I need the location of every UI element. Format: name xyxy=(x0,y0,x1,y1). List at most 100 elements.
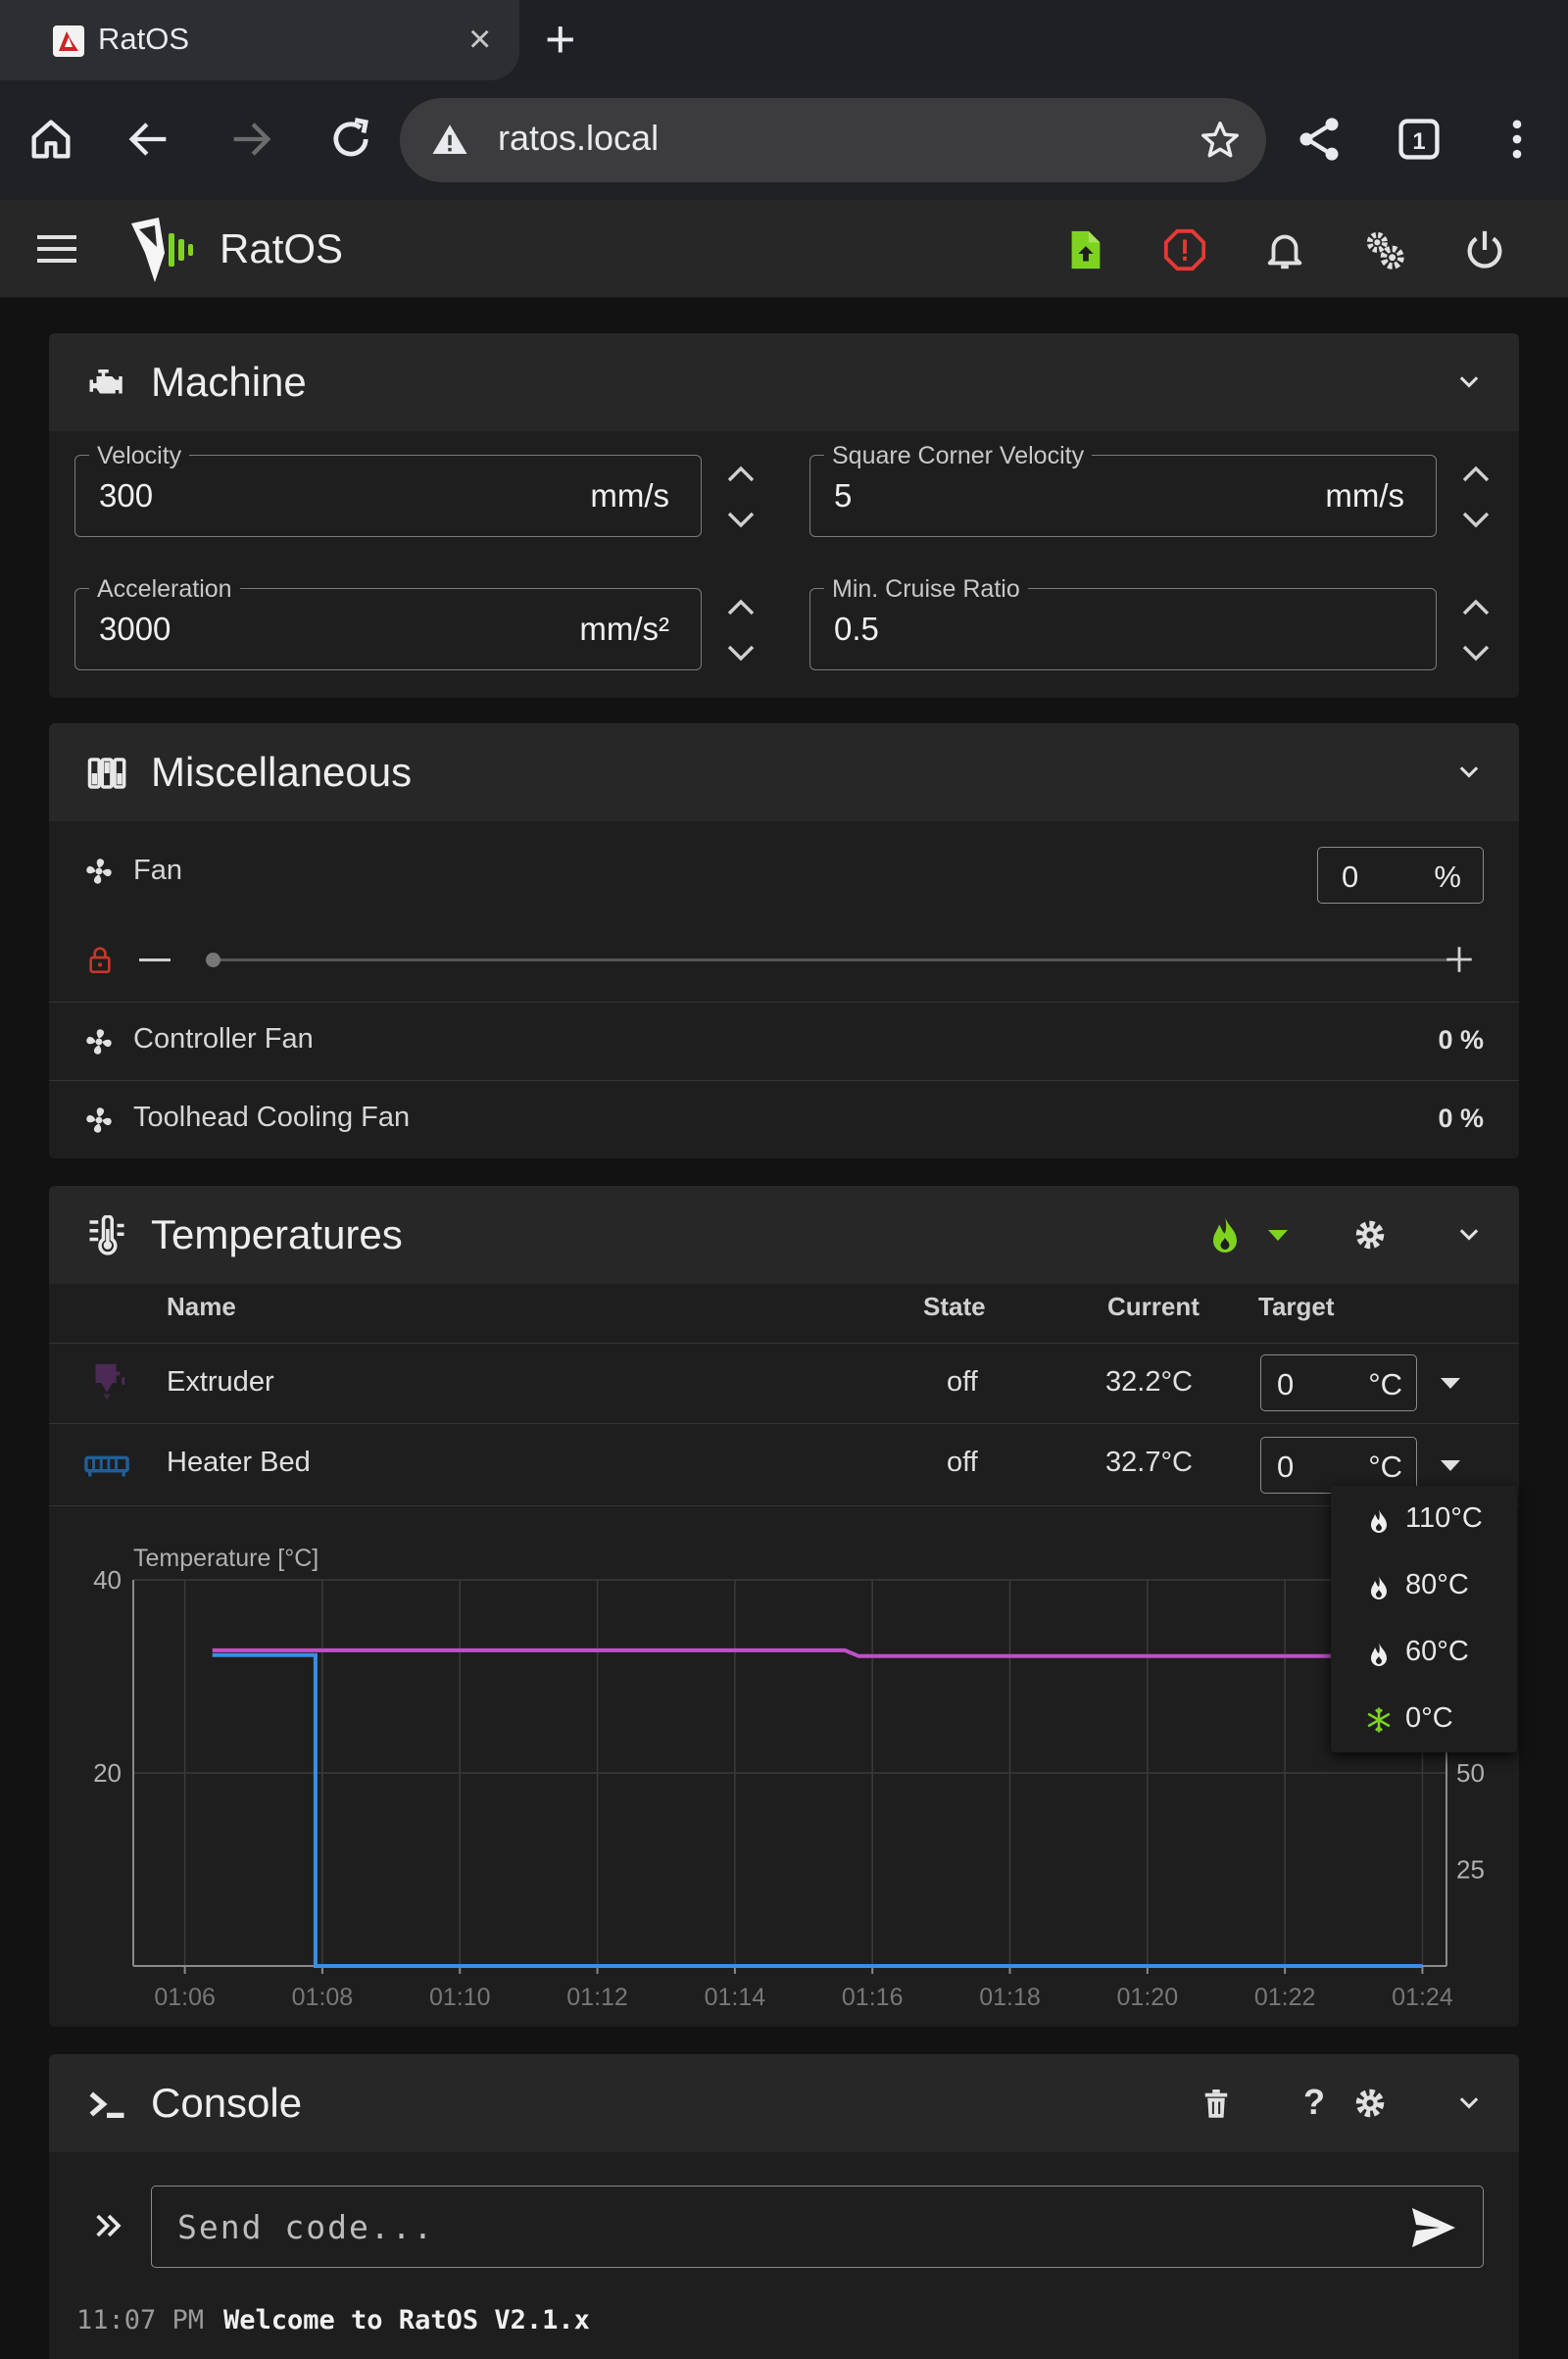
controller-fan-label: Controller Fan xyxy=(133,1023,314,1055)
fan-slider-thumb[interactable] xyxy=(206,953,220,967)
app-title: RatOS xyxy=(220,225,344,271)
preset-label: 110°C xyxy=(1405,1502,1483,1534)
acceleration-stepper[interactable] xyxy=(721,588,760,670)
browser-tab-strip: RatOS × + xyxy=(0,0,1568,80)
fan-speed-value: 0 xyxy=(1342,860,1359,894)
bookmark-star-icon[interactable] xyxy=(1198,118,1243,163)
y-tick-label: 40 xyxy=(93,1565,122,1595)
field-unit: mm/s xyxy=(1325,477,1404,514)
flame-icon xyxy=(1371,1643,1387,1666)
help-icon[interactable]: ? xyxy=(1303,2082,1325,2123)
field-label: Velocity xyxy=(89,442,190,470)
tab-title: RatOS xyxy=(98,22,190,56)
snowflake-icon xyxy=(1367,1707,1391,1733)
app-bar: RatOS xyxy=(0,200,1568,298)
flame-icon xyxy=(1371,1576,1387,1599)
hamburger-menu-icon[interactable] xyxy=(37,231,78,267)
console-panel: Console ? Send code... 11:07 PM Welcome … xyxy=(49,2054,1519,2359)
chevron-down-icon[interactable] xyxy=(1454,2089,1484,2117)
square-corner-velocity-field[interactable]: Square Corner Velocity 5 mm/s xyxy=(809,442,1437,537)
controller-fan-value: 0 % xyxy=(1438,1025,1484,1055)
temperature-series-line xyxy=(212,1652,1423,1968)
dip-switch-icon xyxy=(87,758,126,789)
preset-item-110[interactable]: 110°C xyxy=(1331,1486,1517,1552)
preset-item-0[interactable]: 0°C xyxy=(1331,1686,1517,1752)
reload-icon[interactable] xyxy=(325,114,376,165)
tab-close-icon[interactable]: × xyxy=(468,14,491,65)
console-placeholder: Send code... xyxy=(177,2208,435,2246)
x-tick-label: 01:16 xyxy=(842,1984,904,2011)
tab-switcher-icon[interactable]: 1 xyxy=(1394,114,1445,165)
x-tick-label: 01:24 xyxy=(1392,1984,1453,2011)
field-value: 0.5 xyxy=(834,611,879,647)
preset-item-60[interactable]: 60°C xyxy=(1331,1619,1517,1686)
ratos-logo-icon xyxy=(131,218,193,282)
lock-icon[interactable] xyxy=(84,943,116,976)
browser-toolbar: ratos.local 1 xyxy=(0,80,1568,200)
panel-title: Miscellaneous xyxy=(151,749,413,795)
fan-speed-input[interactable]: 0 % xyxy=(1317,847,1484,904)
x-tick-label: 01:22 xyxy=(1254,1984,1316,2011)
miscellaneous-panel: Miscellaneous Fan 0 % Controller Fan 0 %… xyxy=(49,723,1519,1158)
file-upload-icon[interactable] xyxy=(1062,227,1107,272)
power-icon[interactable] xyxy=(1462,227,1507,272)
console-input[interactable]: Send code... xyxy=(151,2186,1484,2268)
x-tick-label: 01:20 xyxy=(1117,1984,1179,2011)
fan-slider-track[interactable] xyxy=(214,958,1450,961)
new-tab-icon[interactable]: + xyxy=(545,10,576,69)
back-arrow-icon[interactable] xyxy=(123,114,174,165)
machine-panel-header[interactable]: Machine xyxy=(49,333,1519,431)
svg-text:1: 1 xyxy=(1412,128,1425,155)
field-value: 3000 xyxy=(99,611,172,647)
toolhead-cooling-fan-label: Toolhead Cooling Fan xyxy=(133,1102,411,1133)
preset-item-80[interactable]: 80°C xyxy=(1331,1552,1517,1619)
preset-label: 80°C xyxy=(1405,1569,1469,1600)
address-bar[interactable]: ratos.local xyxy=(400,98,1266,182)
send-icon[interactable] xyxy=(1410,2206,1457,2249)
velocity-stepper[interactable] xyxy=(721,455,760,537)
fan-icon xyxy=(86,1029,112,1055)
trash-icon[interactable] xyxy=(1201,2088,1231,2121)
x-tick-label: 01:10 xyxy=(429,1984,491,2011)
console-panel-header[interactable]: Console ? xyxy=(49,2054,1519,2152)
browser-tab[interactable]: RatOS × xyxy=(0,0,519,80)
field-unit: mm/s² xyxy=(579,611,669,647)
home-icon[interactable] xyxy=(25,114,76,165)
console-line-message: Welcome to RatOS V2.1.x xyxy=(223,2305,590,2335)
field-unit: mm/s xyxy=(590,477,669,514)
velocity-field[interactable]: Velocity 300 mm/s xyxy=(74,442,702,537)
emergency-stop-icon[interactable] xyxy=(1162,227,1207,272)
x-tick-label: 01:08 xyxy=(292,1984,354,2011)
fan-increase-button[interactable] xyxy=(1443,943,1476,976)
console-line-time: 11:07 PM xyxy=(76,2305,205,2335)
double-chevron-right-icon[interactable] xyxy=(92,2209,125,2242)
chevron-down-icon[interactable] xyxy=(1454,369,1484,396)
temperature-chart[interactable]: Temperature [°C] 01:06 01:08 01:10 01:12 01:1… xyxy=(49,1186,1519,2027)
console-prompt-icon xyxy=(89,2091,124,2118)
notifications-bell-icon[interactable] xyxy=(1262,227,1307,272)
chevron-down-icon[interactable] xyxy=(1454,759,1484,786)
acceleration-field[interactable]: Acceleration 3000 mm/s² xyxy=(74,575,702,670)
machine-panel: Machine Velocity 300 mm/s Square Corner … xyxy=(49,333,1519,698)
min-cruise-ratio-stepper[interactable] xyxy=(1456,588,1495,670)
divider xyxy=(49,1002,1519,1003)
more-vert-icon[interactable] xyxy=(1492,114,1543,165)
fan-label: Fan xyxy=(133,855,182,886)
forward-arrow-icon[interactable] xyxy=(225,114,276,165)
settings-cogs-icon[interactable] xyxy=(1362,227,1407,272)
min-cruise-ratio-field[interactable]: Min. Cruise Ratio 0.5 xyxy=(809,575,1437,670)
gear-icon[interactable] xyxy=(1352,2086,1388,2121)
not-secure-warning-icon[interactable] xyxy=(429,120,470,161)
y2-tick-label: 50 xyxy=(1456,1758,1485,1788)
x-tick-label: 01:12 xyxy=(566,1984,628,2011)
preset-label: 0°C xyxy=(1405,1702,1453,1734)
fan-decrease-button[interactable] xyxy=(139,958,171,961)
square-corner-velocity-stepper[interactable] xyxy=(1456,455,1495,537)
preset-label: 60°C xyxy=(1405,1636,1469,1667)
heater-bed-preset-menu: 110°C 80°C 60°C 0°C xyxy=(1331,1486,1517,1752)
ratos-favicon-icon xyxy=(53,25,84,57)
fan-icon xyxy=(86,1107,112,1133)
misc-panel-header[interactable]: Miscellaneous xyxy=(49,723,1519,821)
engine-icon xyxy=(89,369,122,394)
share-icon[interactable] xyxy=(1294,114,1345,165)
